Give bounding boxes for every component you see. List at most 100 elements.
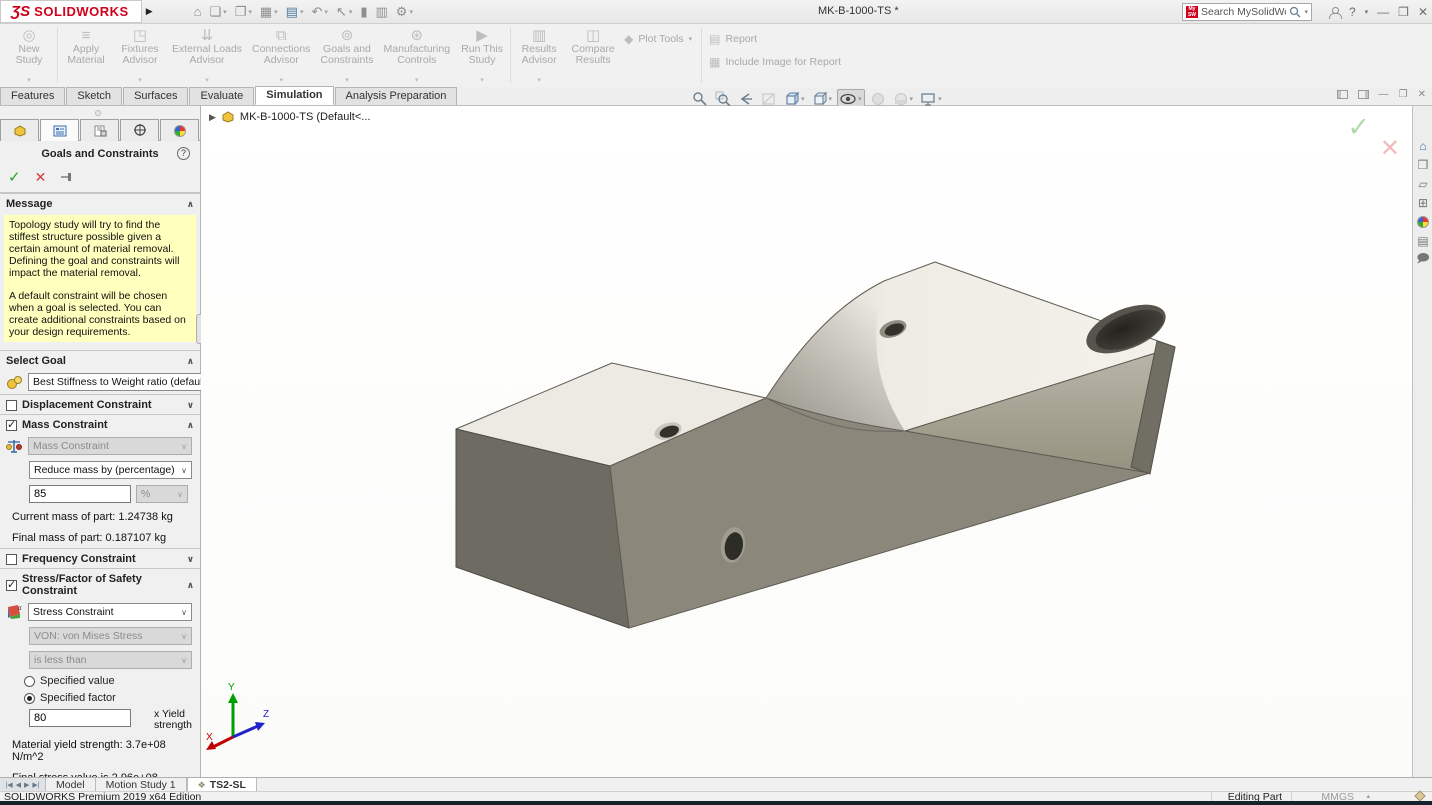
custom-properties-icon[interactable]: ▤	[1413, 231, 1432, 250]
flyout-arrow-icon[interactable]: ▾	[480, 75, 484, 86]
home-tab-icon[interactable]: ⌂	[1413, 136, 1432, 155]
run-this-study-button[interactable]: ▶ Run This Study ▾	[455, 24, 509, 87]
tab-simulation[interactable]: Simulation	[255, 86, 333, 105]
connections-advisor-button[interactable]: ⧉ Connections Advisor ▾	[247, 24, 315, 87]
specified-factor-radio[interactable]	[24, 693, 35, 704]
flyout-arrow-icon[interactable]: ▾	[205, 75, 209, 86]
new-document-icon[interactable]: ❏▾	[207, 4, 230, 20]
options-list-icon[interactable]: ▥	[372, 4, 390, 20]
pin-icon[interactable]	[60, 171, 74, 183]
goal-dropdown[interactable]: Best Stiffness to Weight ratio (defaul ∨	[28, 373, 213, 391]
home-icon[interactable]: ⌂	[191, 4, 205, 19]
expand-chevron-icon[interactable]: ∨	[187, 400, 194, 411]
stress-constraint-header[interactable]: Stress/Factor of Safety Constraint ∧	[0, 568, 200, 600]
mass-constraint-header[interactable]: Mass Constraint ∧	[0, 414, 200, 434]
apply-material-button[interactable]: ≡ Apply Material	[59, 24, 113, 87]
undo-icon[interactable]: ↶▾	[308, 4, 330, 20]
collapse-chevron-icon[interactable]: ∧	[187, 580, 194, 591]
tab-displaymanager[interactable]	[160, 119, 199, 141]
search-icon[interactable]	[1289, 6, 1301, 18]
doc-minimize-icon[interactable]: —	[1379, 89, 1389, 100]
plot-tools-button[interactable]: ◆ Plot Tools ▾	[624, 30, 692, 48]
apply-scene-icon[interactable]: ▾	[891, 90, 916, 108]
frequency-checkbox[interactable]	[6, 554, 17, 565]
zoom-to-area-icon[interactable]	[713, 90, 733, 108]
zoom-to-fit-icon[interactable]	[690, 90, 710, 108]
include-image-for-report-button[interactable]: ▦ Include Image for Report	[709, 53, 841, 71]
compare-results-button[interactable]: ◫ Compare Results	[566, 24, 620, 87]
select-goal-section-header[interactable]: Select Goal ∧	[0, 350, 200, 370]
settings-gear-icon[interactable]: ⚙▾	[393, 4, 416, 20]
view-palette-icon[interactable]: ⊞	[1413, 193, 1432, 212]
login-user-icon[interactable]	[1329, 7, 1340, 18]
save-icon[interactable]: ▦▾	[257, 4, 281, 20]
tab-featuremanager-tree[interactable]	[0, 119, 39, 141]
edit-appearance-icon[interactable]	[868, 90, 888, 108]
design-library-icon[interactable]: ❒	[1413, 155, 1432, 174]
graphics-viewport[interactable]: Y X Z ▶ MK-B-1000-TS (Default<... ✓ ✕	[201, 106, 1412, 777]
file-explorer-icon[interactable]: ▱	[1413, 174, 1432, 193]
collapse-chevron-icon[interactable]: ∧	[187, 199, 194, 210]
results-advisor-button[interactable]: ▥ Results Advisor ▾	[512, 24, 566, 87]
external-loads-advisor-button[interactable]: ⇊ External Loads Advisor ▾	[167, 24, 247, 87]
tab-ts2-sl[interactable]: ❖ TS2-SL	[187, 778, 257, 791]
doc-restore-icon[interactable]: ❐	[1399, 89, 1408, 100]
collapse-chevron-icon[interactable]: ∧	[187, 420, 194, 431]
tree-root-label[interactable]: MK-B-1000-TS (Default<...	[240, 111, 371, 123]
panel-grip-handle[interactable]	[95, 110, 101, 116]
dock-pane-right-icon[interactable]	[1358, 90, 1369, 99]
help-dropdown-icon[interactable]: ▾	[1365, 8, 1369, 16]
stress-checkbox[interactable]	[6, 580, 17, 591]
section-view-icon[interactable]	[759, 90, 779, 108]
ok-button[interactable]: ✓	[8, 168, 21, 186]
goals-and-constraints-button[interactable]: ⊚ Goals and Constraints ▾	[315, 24, 378, 87]
flyout-arrow-icon[interactable]: ▾	[27, 75, 31, 86]
fixtures-advisor-button[interactable]: ◳ Fixtures Advisor ▾	[113, 24, 167, 87]
tab-dimxpertmanager[interactable]	[120, 119, 159, 141]
confirmation-cancel-icon[interactable]: ✕	[1380, 134, 1400, 163]
expand-chevron-icon[interactable]: ∨	[187, 554, 194, 565]
flyout-feature-tree[interactable]: ▶ MK-B-1000-TS (Default<...	[209, 111, 370, 123]
flyout-arrow-icon[interactable]: ▾	[537, 75, 541, 86]
report-button[interactable]: ▤ Report	[709, 30, 841, 48]
tab-scroll-buttons[interactable]: |◀◀ ▶▶|	[0, 778, 46, 791]
tab-analysis-preparation[interactable]: Analysis Preparation	[335, 87, 458, 105]
mass-method-dropdown[interactable]: Reduce mass by (percentage) ∨	[29, 461, 192, 479]
tree-expand-arrow-icon[interactable]: ▶	[209, 112, 216, 123]
new-study-button[interactable]: ◎ New Study ▾	[2, 24, 56, 87]
tab-model[interactable]: Model	[46, 778, 96, 791]
displacement-constraint-header[interactable]: Displacement Constraint ∨	[0, 394, 200, 414]
search-input[interactable]: Search MySolidWorks	[1201, 6, 1286, 18]
specified-factor-option[interactable]: Specified factor	[0, 689, 200, 706]
view-settings-icon[interactable]: ▾	[918, 90, 944, 108]
frequency-constraint-header[interactable]: Frequency Constraint ∨	[0, 548, 200, 568]
specified-value-radio[interactable]	[24, 676, 35, 687]
units-dropdown-icon[interactable]: ▴	[1366, 792, 1370, 800]
tab-evaluate[interactable]: Evaluate	[189, 87, 254, 105]
dock-pane-left-icon[interactable]	[1337, 90, 1348, 99]
cancel-button[interactable]: ✕	[35, 169, 47, 186]
flyout-arrow-icon[interactable]: ▾	[689, 35, 693, 43]
specified-value-option[interactable]: Specified value	[0, 672, 200, 689]
flyout-arrow-icon[interactable]: ▾	[138, 75, 142, 86]
solidworks-logo[interactable]: ƷS SOLIDWORKS	[0, 0, 142, 23]
tab-propertymanager[interactable]	[40, 119, 79, 141]
tab-configurationmanager[interactable]	[80, 119, 119, 141]
tab-surfaces[interactable]: Surfaces	[123, 87, 188, 105]
displacement-checkbox[interactable]	[6, 400, 17, 411]
tab-sketch[interactable]: Sketch	[66, 87, 122, 105]
tab-features[interactable]: Features	[0, 87, 65, 105]
print-icon[interactable]: ▤▾	[283, 4, 307, 20]
panel-help-button[interactable]: ?	[177, 147, 190, 160]
message-section-header[interactable]: Message ∧	[0, 193, 200, 213]
collapse-chevron-icon[interactable]: ∧	[187, 356, 194, 367]
menu-expand-arrow-icon[interactable]: ▶	[146, 6, 153, 17]
flyout-arrow-icon[interactable]: ▾	[415, 75, 419, 86]
select-icon[interactable]: ↖▾	[333, 4, 355, 20]
minimize-button[interactable]: —	[1377, 5, 1389, 19]
appearances-scenes-icon[interactable]	[1413, 212, 1432, 231]
search-dropdown-icon[interactable]: ▾	[1304, 8, 1308, 16]
open-document-icon[interactable]: ❐▾	[232, 4, 255, 20]
doc-close-icon[interactable]: ✕	[1418, 89, 1426, 100]
previous-view-icon[interactable]	[736, 90, 756, 108]
